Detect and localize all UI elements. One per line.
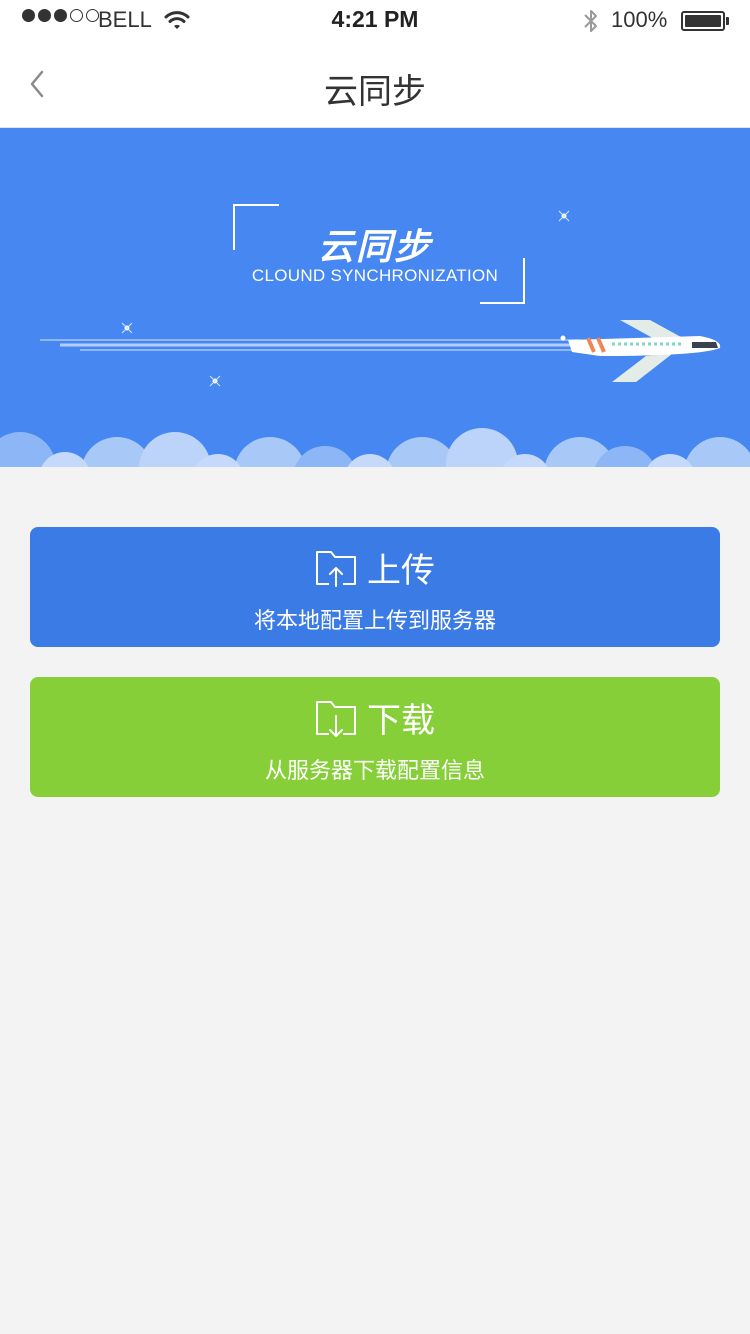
cloud-sync-banner: 云同步 CLOUND SYNCHRONIZATION: [0, 128, 750, 467]
download-title: 下载: [367, 701, 435, 741]
clouds-decoration: [0, 428, 750, 467]
airplane-icon: [568, 320, 721, 382]
folder-download-icon: [316, 700, 356, 737]
status-bar: BELL 4:21 PM 100%: [0, 0, 750, 40]
battery-percentage: 100%: [611, 7, 668, 32]
page-title: 云同步: [324, 72, 426, 112]
battery-tip: [726, 17, 729, 25]
banner-title: 云同步: [317, 227, 432, 268]
banner-illustration: [0, 204, 750, 467]
upload-title: 上传: [367, 551, 435, 591]
folder-upload-icon: [316, 550, 356, 587]
banner-subtitle: CLOUND SYNCHRONIZATION: [251, 266, 499, 285]
upload-header: 上传: [30, 543, 720, 592]
battery-icon: [681, 11, 725, 31]
bluetooth-icon: [582, 8, 600, 39]
navigation-bar: 云同步: [0, 40, 750, 128]
download-header: 下载: [30, 693, 720, 742]
upload-button[interactable]: 上传 将本地配置上传到服务器: [30, 527, 720, 647]
download-description: 从服务器下载配置信息: [264, 759, 485, 784]
download-button[interactable]: 下载 从服务器下载配置信息: [30, 677, 720, 797]
upload-description: 将本地配置上传到服务器: [253, 609, 496, 634]
